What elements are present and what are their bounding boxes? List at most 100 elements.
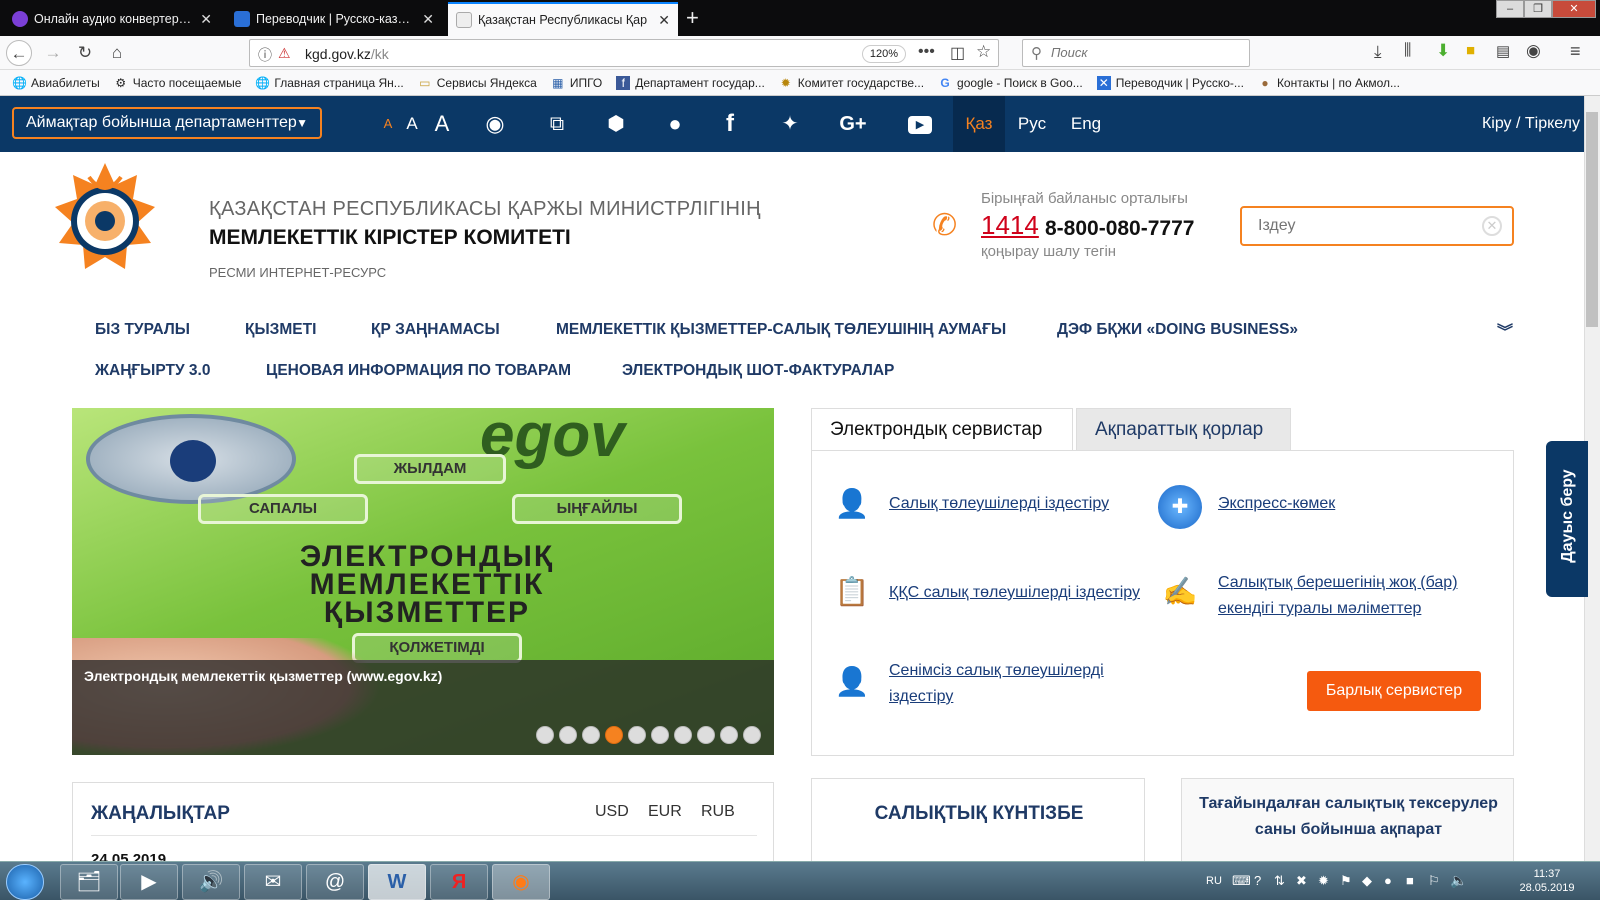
- site-search-box[interactable]: ✕: [1240, 206, 1514, 246]
- media-player-icon[interactable]: ▶: [120, 864, 178, 900]
- speaker-icon[interactable]: 🔈: [1450, 872, 1467, 889]
- library-icon[interactable]: ⫼: [1404, 42, 1411, 60]
- login-register-link[interactable]: Кіру / Тіркелу: [1470, 96, 1580, 152]
- tab-info-resources[interactable]: Ақпараттық қорлар: [1076, 408, 1291, 451]
- page-actions-menu-icon[interactable]: •••: [918, 43, 935, 61]
- tab-e-services[interactable]: Электрондық сервистар: [811, 408, 1073, 452]
- kgd-emblem-logo[interactable]: [55, 163, 155, 293]
- reload-icon[interactable]: ↻: [72, 40, 98, 66]
- tax-audits-info-title[interactable]: Тағайындалған салықтық тексерулер саны б…: [1192, 791, 1505, 843]
- font-size-medium-button[interactable]: A: [403, 96, 421, 152]
- tray-app-icon[interactable]: ⚑: [1340, 873, 1352, 889]
- mail-agent-icon[interactable]: @: [306, 864, 364, 900]
- windows-start-icon[interactable]: [6, 864, 44, 900]
- bookmark-item[interactable]: ▭ Сервисы Яндекса: [418, 76, 537, 90]
- currency-eur-tab[interactable]: EUR: [648, 803, 682, 821]
- bookmark-item[interactable]: ● Контакты | по Акмол...: [1258, 76, 1400, 90]
- google-plus-icon[interactable]: G+: [836, 96, 870, 152]
- slider-dot[interactable]: [720, 726, 738, 744]
- menu-public-services[interactable]: МЕМЛЕКЕТТІК ҚЫЗМЕТТЕР-САЛЫҚ ТӨЛЕУШІНІҢ А…: [556, 321, 1006, 339]
- slider-dot[interactable]: [697, 726, 715, 744]
- clear-search-icon[interactable]: ✕: [1482, 216, 1502, 236]
- facebook-icon[interactable]: f: [720, 96, 740, 152]
- network-icon[interactable]: ⇅: [1274, 873, 1285, 889]
- minimize-window-icon[interactable]: –: [1496, 0, 1524, 18]
- site-search-input[interactable]: [1258, 217, 1468, 235]
- service-vat-taxpayer-search-link[interactable]: ҚҚС салық төлеушілерді іздестіру: [889, 580, 1140, 606]
- tray-app-icon[interactable]: ✹: [1318, 873, 1329, 889]
- apple-icon[interactable]: ●: [662, 96, 688, 152]
- service-tax-debt-info-link[interactable]: Салықтық берешегінің жоқ (бар) екендігі …: [1218, 570, 1488, 622]
- region-departments-dropdown[interactable]: Аймақтар бойынша департаменттер ▼: [12, 107, 322, 139]
- yandex-browser-icon[interactable]: Я: [430, 864, 488, 900]
- sidebar-icon[interactable]: ▤: [1496, 42, 1510, 60]
- youtube-icon[interactable]: ▶: [907, 96, 933, 152]
- close-icon[interactable]: ✕: [200, 11, 212, 28]
- twitter-icon[interactable]: ✦: [776, 96, 804, 152]
- bookmark-item[interactable]: ✹ Комитет государстве...: [779, 76, 924, 90]
- slider-dot[interactable]: [674, 726, 692, 744]
- restore-window-icon[interactable]: ❐: [1524, 0, 1552, 18]
- help-icon[interactable]: ?: [1254, 873, 1261, 888]
- bookmark-item[interactable]: ⚙ Часто посещаемые: [114, 76, 241, 90]
- browser-tab-audio-converter[interactable]: Онлайн аудио конвертер - ко ✕: [4, 2, 220, 36]
- sitemap-icon[interactable]: ⧉: [544, 96, 570, 152]
- bookmark-item[interactable]: f Департамент государ...: [616, 75, 765, 90]
- menu-modernization[interactable]: ЖАҢҒЫРТУ 3.0: [95, 362, 210, 380]
- url-bar[interactable]: ⓘ ⚠ kgd.gov.kz/kk 120% ••• ◫ ☆: [249, 39, 999, 67]
- bookmark-item[interactable]: 🌐 Главная страница Ян...: [255, 76, 403, 90]
- system-clock[interactable]: 11:37 28.05.2019: [1512, 867, 1582, 895]
- bookmark-item[interactable]: ✕ Переводчик | Русско-...: [1096, 75, 1244, 90]
- action-center-icon[interactable]: ⚐: [1428, 873, 1440, 889]
- download-helper-icon[interactable]: ⬇: [1436, 41, 1450, 61]
- bookmark-item[interactable]: 🌐 Авиабилеты: [12, 76, 100, 90]
- lang-eng-button[interactable]: Eng: [1067, 96, 1105, 152]
- account-icon[interactable]: ◉: [1526, 41, 1541, 61]
- hamburger-menu-icon[interactable]: ≡: [1570, 41, 1581, 62]
- menu-expand-chevron-icon[interactable]: ︾: [1497, 318, 1513, 342]
- dropbox-icon[interactable]: ◆: [1362, 873, 1372, 889]
- bookmark-item[interactable]: ▦ ИПГО: [551, 76, 602, 90]
- menu-e-invoices[interactable]: ЭЛЕКТРОНДЫҚ ШОТ-ФАКТУРАЛАР: [622, 362, 894, 380]
- eye-icon[interactable]: ◉: [480, 96, 510, 152]
- tray-app-icon[interactable]: ■: [1406, 873, 1414, 888]
- slider-dot[interactable]: [743, 726, 761, 744]
- file-explorer-icon[interactable]: 🗂: [60, 864, 118, 900]
- keyboard-icon[interactable]: ⌨: [1232, 873, 1251, 889]
- lang-rus-button[interactable]: Рус: [1013, 96, 1051, 152]
- zoom-indicator[interactable]: 120%: [862, 45, 906, 63]
- service-taxpayer-search-link[interactable]: Салық төлеушілерді іздестіру: [889, 491, 1109, 517]
- scrollbar-thumb[interactable]: [1586, 112, 1598, 327]
- slider-dot[interactable]: [628, 726, 646, 744]
- slider-dot[interactable]: [605, 726, 623, 744]
- new-tab-plus-icon[interactable]: +: [686, 5, 699, 31]
- vote-side-tab[interactable]: Дауыс беру: [1546, 441, 1588, 597]
- menu-doing-business[interactable]: ДЭФ БҚЖИ «DOING BUSINESS»: [1057, 321, 1298, 339]
- url-text[interactable]: kgd.gov.kz/kk: [305, 46, 389, 62]
- extension-flag-icon[interactable]: ■: [1466, 42, 1475, 59]
- banner-slider[interactable]: egov ЖЫЛДАМ САПАЛЫ ЫҢҒАЙЛЫ ЭЛЕКТРОНДЫҚ М…: [72, 408, 774, 755]
- menu-activity[interactable]: ҚЫЗМЕТІ: [245, 321, 316, 339]
- insecure-lock-icon[interactable]: ⚠: [278, 45, 291, 62]
- word-icon[interactable]: W: [368, 864, 426, 900]
- firefox-icon[interactable]: ◉: [492, 864, 550, 900]
- browser-tab-kgd[interactable]: Қазақстан Республикасы Қар ✕: [448, 2, 678, 36]
- bookmark-star-icon[interactable]: ☆: [976, 42, 991, 62]
- service-express-help-link[interactable]: Экспресс-көмек: [1218, 491, 1335, 517]
- currency-rub-tab[interactable]: RUB: [701, 803, 735, 821]
- downloads-icon[interactable]: ⤓: [1374, 42, 1382, 62]
- info-icon[interactable]: ⓘ: [258, 45, 272, 65]
- service-unreliable-taxpayer-link[interactable]: Сенімсіз салық төлеушілерді іздестіру: [889, 658, 1129, 710]
- menu-price-info[interactable]: ЦЕНОВАЯ ИНФОРМАЦИЯ ПО ТОВАРАМ: [266, 362, 571, 380]
- home-icon[interactable]: ⌂: [104, 40, 130, 66]
- tray-app-icon[interactable]: ✖: [1296, 873, 1307, 889]
- input-language-indicator[interactable]: RU: [1206, 875, 1222, 887]
- slider-dot[interactable]: [559, 726, 577, 744]
- font-size-large-button[interactable]: A: [432, 96, 452, 152]
- browser-search-input[interactable]: [1051, 45, 1241, 60]
- thunderbird-icon[interactable]: ✉: [244, 864, 302, 900]
- slider-dot[interactable]: [582, 726, 600, 744]
- slider-caption[interactable]: Электрондық мемлекеттік қызметтер (www.e…: [84, 668, 442, 684]
- slider-dot[interactable]: [651, 726, 669, 744]
- browser-tab-translator[interactable]: Переводчик | Русско-казахск ✕: [226, 2, 442, 36]
